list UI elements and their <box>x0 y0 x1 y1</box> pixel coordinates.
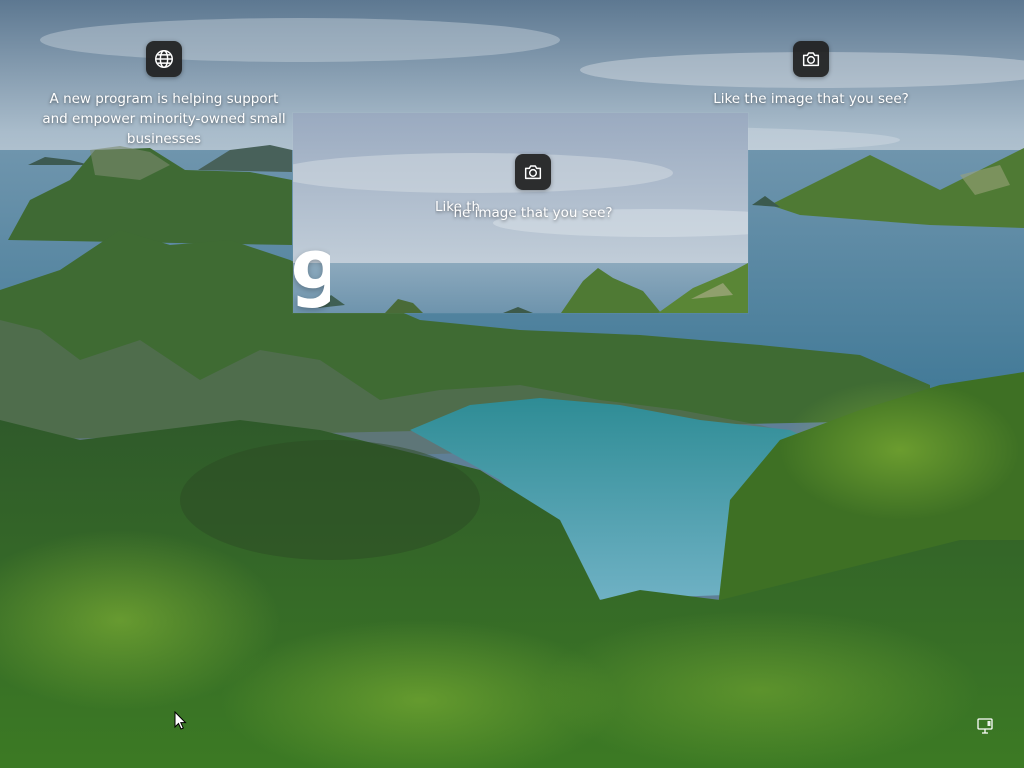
network-icon[interactable] <box>975 716 995 736</box>
mouse-cursor <box>174 711 187 730</box>
clock-time-fragment: 9 <box>290 236 330 313</box>
spotlight-like-item-duplicate[interactable]: he image that you see? <box>433 154 633 223</box>
overlay-snapshot-panel: Like the he image that you see? <box>293 113 748 313</box>
like-image-prompt-duplicate[interactable]: he image that you see? <box>453 203 612 223</box>
camera-icon[interactable] <box>793 41 829 77</box>
camera-icon[interactable] <box>515 154 551 190</box>
news-headline[interactable]: A new program is helping support and emp… <box>40 89 288 149</box>
globe-icon[interactable] <box>146 41 182 77</box>
spotlight-news-item[interactable]: A new program is helping support and emp… <box>40 41 288 149</box>
spotlight-like-item[interactable]: Like the image that you see? <box>711 41 911 109</box>
lock-screen[interactable]: A new program is helping support and emp… <box>0 0 1024 768</box>
like-image-prompt[interactable]: Like the image that you see? <box>713 89 909 109</box>
